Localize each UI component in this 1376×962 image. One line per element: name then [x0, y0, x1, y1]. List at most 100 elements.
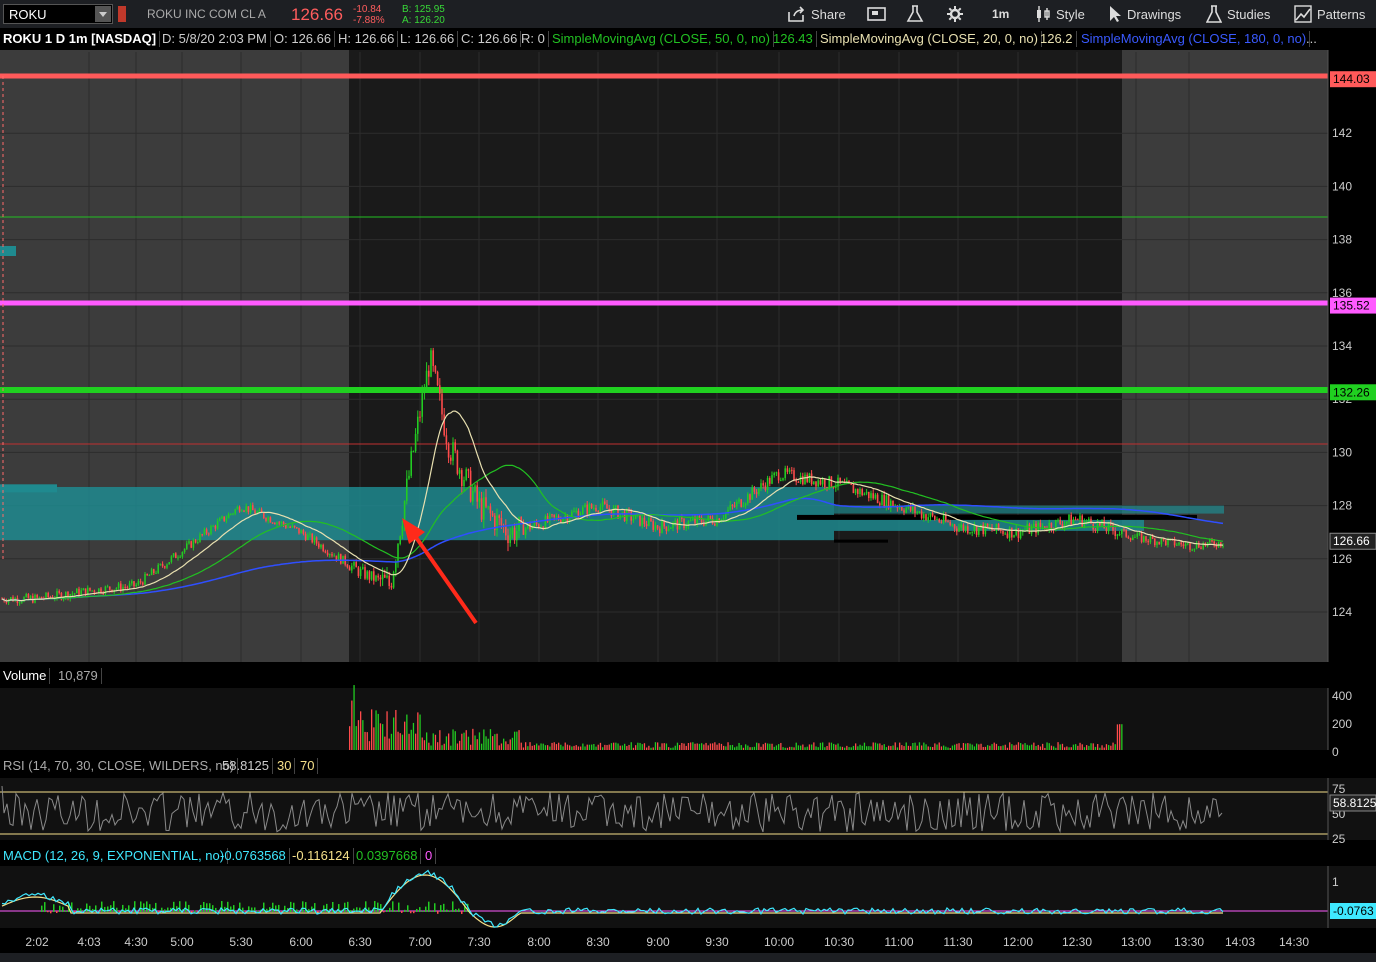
volume-bar [584, 746, 586, 750]
volume-bar [362, 720, 364, 750]
volume-bar [404, 721, 406, 750]
volume-bar [1039, 746, 1042, 750]
candle-body [340, 554, 342, 564]
volume-bar [782, 747, 784, 750]
candle-body [1222, 545, 1224, 547]
candle-body [826, 486, 828, 488]
chart-canvas[interactable]: 142140138136134132130128126124144.03135.… [0, 0, 1376, 953]
volume-bar [806, 746, 808, 750]
candle-body [775, 472, 778, 474]
candle-body [401, 525, 404, 537]
volume-bar [956, 743, 958, 750]
candle-body [307, 534, 309, 540]
candle-body [225, 518, 228, 521]
candle-body [263, 512, 265, 519]
candle-body [476, 485, 478, 502]
candle-body [326, 552, 329, 555]
volume-bar [833, 743, 835, 750]
macd-histogram-bar [401, 911, 403, 913]
candle-body [29, 596, 32, 599]
candle-body [916, 512, 918, 514]
macd-histogram-bar [344, 902, 346, 912]
candle-body [1127, 536, 1130, 539]
volume-bar [459, 740, 461, 750]
candle-body [797, 481, 800, 483]
volume-bar [863, 742, 866, 750]
candle-body [870, 493, 872, 499]
volume-bar [1055, 747, 1057, 750]
macd-histogram-bar [425, 906, 427, 912]
volume-bar [694, 743, 696, 750]
volume-bar [824, 747, 826, 750]
volume-profile-bar [0, 484, 57, 493]
volume-bar [1053, 746, 1055, 750]
candle-body [742, 505, 745, 507]
macd-histogram-bar [410, 911, 412, 914]
volume-bar [410, 729, 412, 750]
status-bar [0, 953, 1376, 962]
volume-bar [478, 732, 481, 750]
candle-body [432, 350, 434, 366]
candle-body [216, 521, 219, 529]
volume-bar [912, 743, 914, 750]
time-axis-tick-label: 11:30 [943, 935, 972, 949]
volume-bar [562, 746, 564, 750]
macd-histogram-bar [59, 905, 61, 912]
volume-bar [698, 743, 701, 750]
candle-body [1094, 529, 1097, 531]
candle-body [1149, 536, 1152, 543]
candle-body [1072, 519, 1075, 525]
macd-histogram-bar [431, 910, 433, 912]
macd-histogram-bar [209, 903, 211, 912]
candle-body [1184, 543, 1187, 547]
macd-histogram-bar [461, 911, 463, 914]
volume-bar [375, 710, 377, 750]
volume-bar [476, 739, 478, 750]
volume-bar [1086, 745, 1088, 750]
volume-bar [531, 745, 533, 750]
candle-body [1008, 527, 1011, 538]
candle-body [599, 506, 602, 513]
macd-histogram-bar [389, 907, 391, 912]
candle-body [995, 523, 998, 531]
volume-bar [659, 746, 661, 750]
macd-histogram-bar [392, 901, 394, 912]
volume-bar [635, 745, 637, 750]
rsi-header: RSI (14, 70, 30, CLOSE, WILDERS, no) 58.… [0, 756, 1330, 776]
candle-body [324, 551, 327, 553]
volume-bar [373, 727, 375, 750]
candle-body [731, 504, 734, 506]
candle-body [487, 506, 489, 508]
candle-body [604, 501, 606, 504]
candle-body [381, 574, 384, 580]
candle-body [375, 575, 377, 581]
candle-body [1079, 515, 1081, 520]
volume-bar [1097, 744, 1099, 750]
candle-body [1077, 519, 1079, 521]
macd-histogram-bar [185, 901, 187, 912]
candle-body [744, 503, 747, 506]
time-axis-tick-label: 11:00 [884, 935, 913, 949]
price-badge-label: 126.66 [1333, 534, 1370, 548]
macd-histogram-bar [53, 904, 55, 912]
rsi-overbought: 70 [297, 758, 319, 774]
rsi-label[interactable]: RSI (14, 70, 30, CLOSE, WILDERS, no) [0, 758, 239, 774]
candle-body [318, 543, 320, 548]
volume-bar [771, 743, 773, 750]
candle-body [313, 537, 316, 543]
candle-body [190, 541, 192, 548]
volume-bar [461, 733, 463, 750]
macd-label[interactable]: MACD (12, 26, 9, EXPONENTIAL, no) [0, 848, 229, 864]
volume-label[interactable]: Volume [0, 668, 51, 684]
candle-body [45, 592, 47, 599]
candle-body [1026, 524, 1028, 531]
volume-bar [663, 743, 665, 750]
candle-body [144, 573, 146, 585]
candle-body [137, 581, 140, 585]
time-axis-bg [0, 930, 1376, 953]
macd-histogram-bar [437, 911, 439, 914]
macd-histogram-bar [416, 908, 418, 912]
volume-bar [760, 746, 762, 750]
candle-body [267, 517, 269, 521]
volume-bar [665, 743, 668, 750]
